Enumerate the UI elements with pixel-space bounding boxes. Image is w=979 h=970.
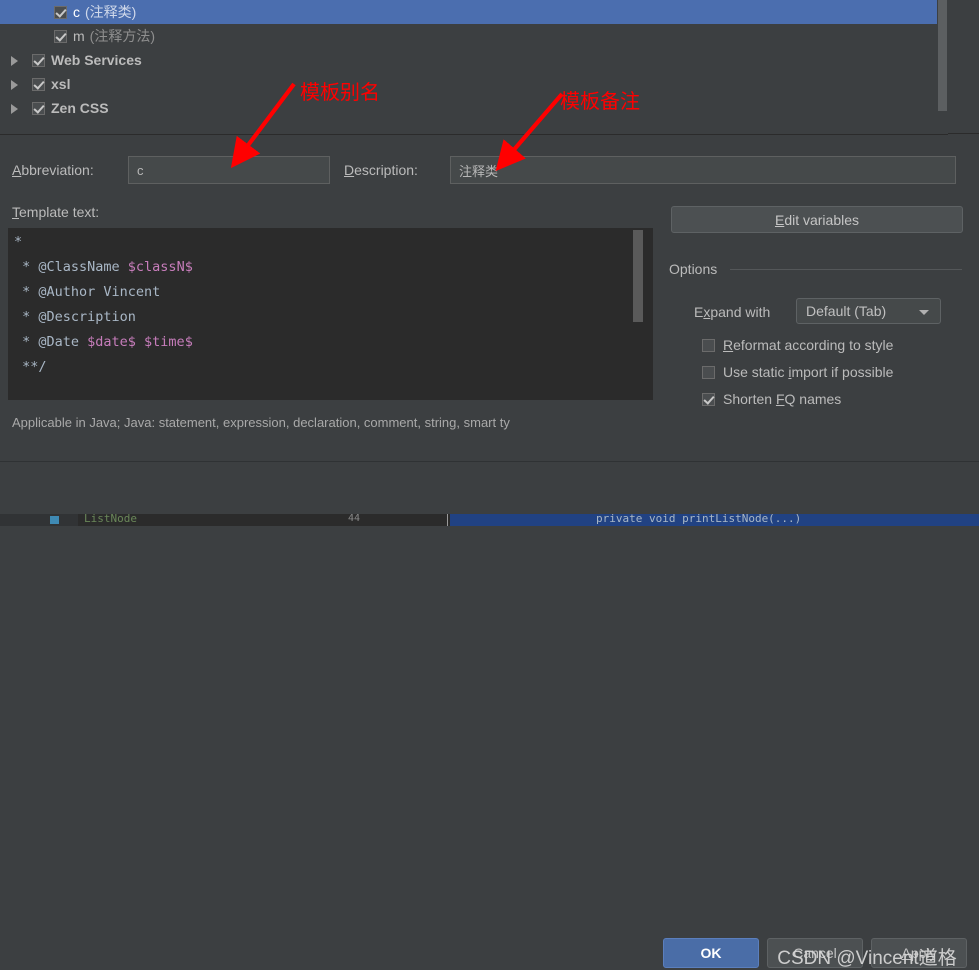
option-label: Reformat according to style (723, 337, 894, 353)
option-use-static-import[interactable]: Use static import if possible (702, 364, 893, 380)
ok-button[interactable]: OK (663, 938, 759, 968)
applicable-context-text: Applicable in Java; Java: statement, exp… (12, 415, 510, 430)
background-caret (447, 514, 448, 526)
checkbox[interactable] (702, 392, 715, 406)
options-section-divider (730, 269, 962, 270)
tree-item-label: xsl (51, 76, 71, 92)
dialog-footer: OK Cancel Apply CSDN @Vincent道格 (0, 462, 979, 969)
option-shorten-fq-names[interactable]: Shorten FQ names (702, 391, 841, 407)
tree-item-checkbox[interactable] (32, 77, 45, 91)
code-line: * @Description (14, 309, 136, 325)
tree-row[interactable]: m (注释方法) (0, 24, 948, 48)
template-text-editor[interactable]: * * @ClassName $classN$ * @Author Vincen… (8, 228, 653, 400)
tree-item-checkbox[interactable] (32, 101, 45, 115)
code-line: * @ClassName $classN$ (14, 259, 193, 275)
annotation-label-description: 模板备注 (560, 89, 640, 113)
annotation-label-abbreviation: 模板别名 (300, 80, 380, 104)
editor-vertical-scrollbar[interactable] (633, 228, 643, 400)
option-label: Use static import if possible (723, 364, 894, 380)
abbreviation-input[interactable]: c (128, 156, 330, 184)
edit-variables-button[interactable]: Edit variables (671, 206, 963, 233)
checkbox[interactable] (702, 365, 715, 379)
scrollbar-thumb[interactable] (938, 0, 947, 111)
tree-item-checkbox[interactable] (32, 53, 45, 67)
settings-dialog-live-templates: c (注释类) m (注释方法) Web Services xsl Zen CS… (0, 0, 979, 969)
class-icon (50, 516, 59, 524)
template-identity-row: Abbreviation: c Description: 注释类 (0, 146, 979, 194)
description-value: 注释类 (459, 163, 499, 179)
tree-item-checkbox[interactable] (54, 5, 67, 19)
tree-row[interactable]: Web Services (0, 48, 948, 72)
expand-with-label: Expand with (694, 304, 771, 320)
background-code-text: ListNode (84, 514, 137, 525)
tree-item-label: Zen CSS (51, 100, 109, 116)
description-label: Description: (344, 162, 418, 178)
template-text-label: Template text: (12, 204, 100, 220)
tree-expand-arrow-icon[interactable] (10, 103, 20, 114)
code-line: **/ (14, 359, 47, 375)
code-variable: $date$ $time$ (87, 334, 193, 350)
expand-with-dropdown[interactable]: Default (Tab) (796, 298, 941, 324)
tree-row[interactable]: c (注释类) (0, 0, 948, 24)
tree-expand-arrow-icon[interactable] (10, 79, 20, 90)
abbreviation-label: Abbreviation: (12, 162, 94, 178)
chevron-down-icon[interactable] (919, 310, 929, 315)
tree-item-label: m (73, 28, 85, 44)
tree-expand-arrow-icon[interactable] (10, 55, 20, 66)
scrollbar-thumb[interactable] (633, 230, 643, 322)
code-variable: $classN$ (127, 259, 193, 275)
apply-button[interactable]: Apply (871, 938, 967, 968)
description-input[interactable]: 注释类 (450, 156, 956, 184)
background-selected-code: private void printListNode(...) (596, 514, 802, 525)
tree-expand-arrow-icon[interactable] (10, 7, 20, 17)
background-editor-sliver: ListNode 44 private void printListNode(.… (0, 514, 979, 526)
code-line: * @Author Vincent (14, 284, 161, 300)
checkbox[interactable] (702, 338, 715, 352)
tree-vertical-scrollbar[interactable] (937, 0, 948, 134)
tree-item-label: c (73, 4, 80, 20)
options-section-title: Options (669, 261, 718, 277)
background-line-number: 44 (348, 514, 361, 524)
tree-item-note: (注释类) (85, 4, 137, 20)
tree-item-label: Web Services (51, 52, 142, 68)
option-label: Shorten FQ names (723, 391, 842, 407)
template-text-content: * * @ClassName $classN$ * @Author Vincen… (8, 228, 653, 380)
code-line: * (14, 234, 23, 250)
editor-gutter (0, 514, 78, 526)
option-reformat-according-to-style[interactable]: Reformat according to style (702, 337, 893, 353)
tree-item-checkbox[interactable] (54, 29, 67, 43)
expand-with-value: Default (Tab) (806, 303, 887, 319)
tree-expand-arrow-icon[interactable] (10, 31, 20, 41)
tree-row[interactable]: Zen CSS (0, 96, 948, 120)
tree-row[interactable]: xsl (0, 72, 948, 96)
abbreviation-value: c (137, 162, 144, 178)
cancel-button[interactable]: Cancel (767, 938, 863, 968)
tree-item-note: (注释方法) (89, 28, 155, 44)
code-line: * @Date $date$ $time$ (14, 334, 193, 350)
tree-panel-right-gap (948, 0, 979, 134)
live-templates-tree[interactable]: c (注释类) m (注释方法) Web Services xsl Zen CS… (0, 0, 948, 135)
